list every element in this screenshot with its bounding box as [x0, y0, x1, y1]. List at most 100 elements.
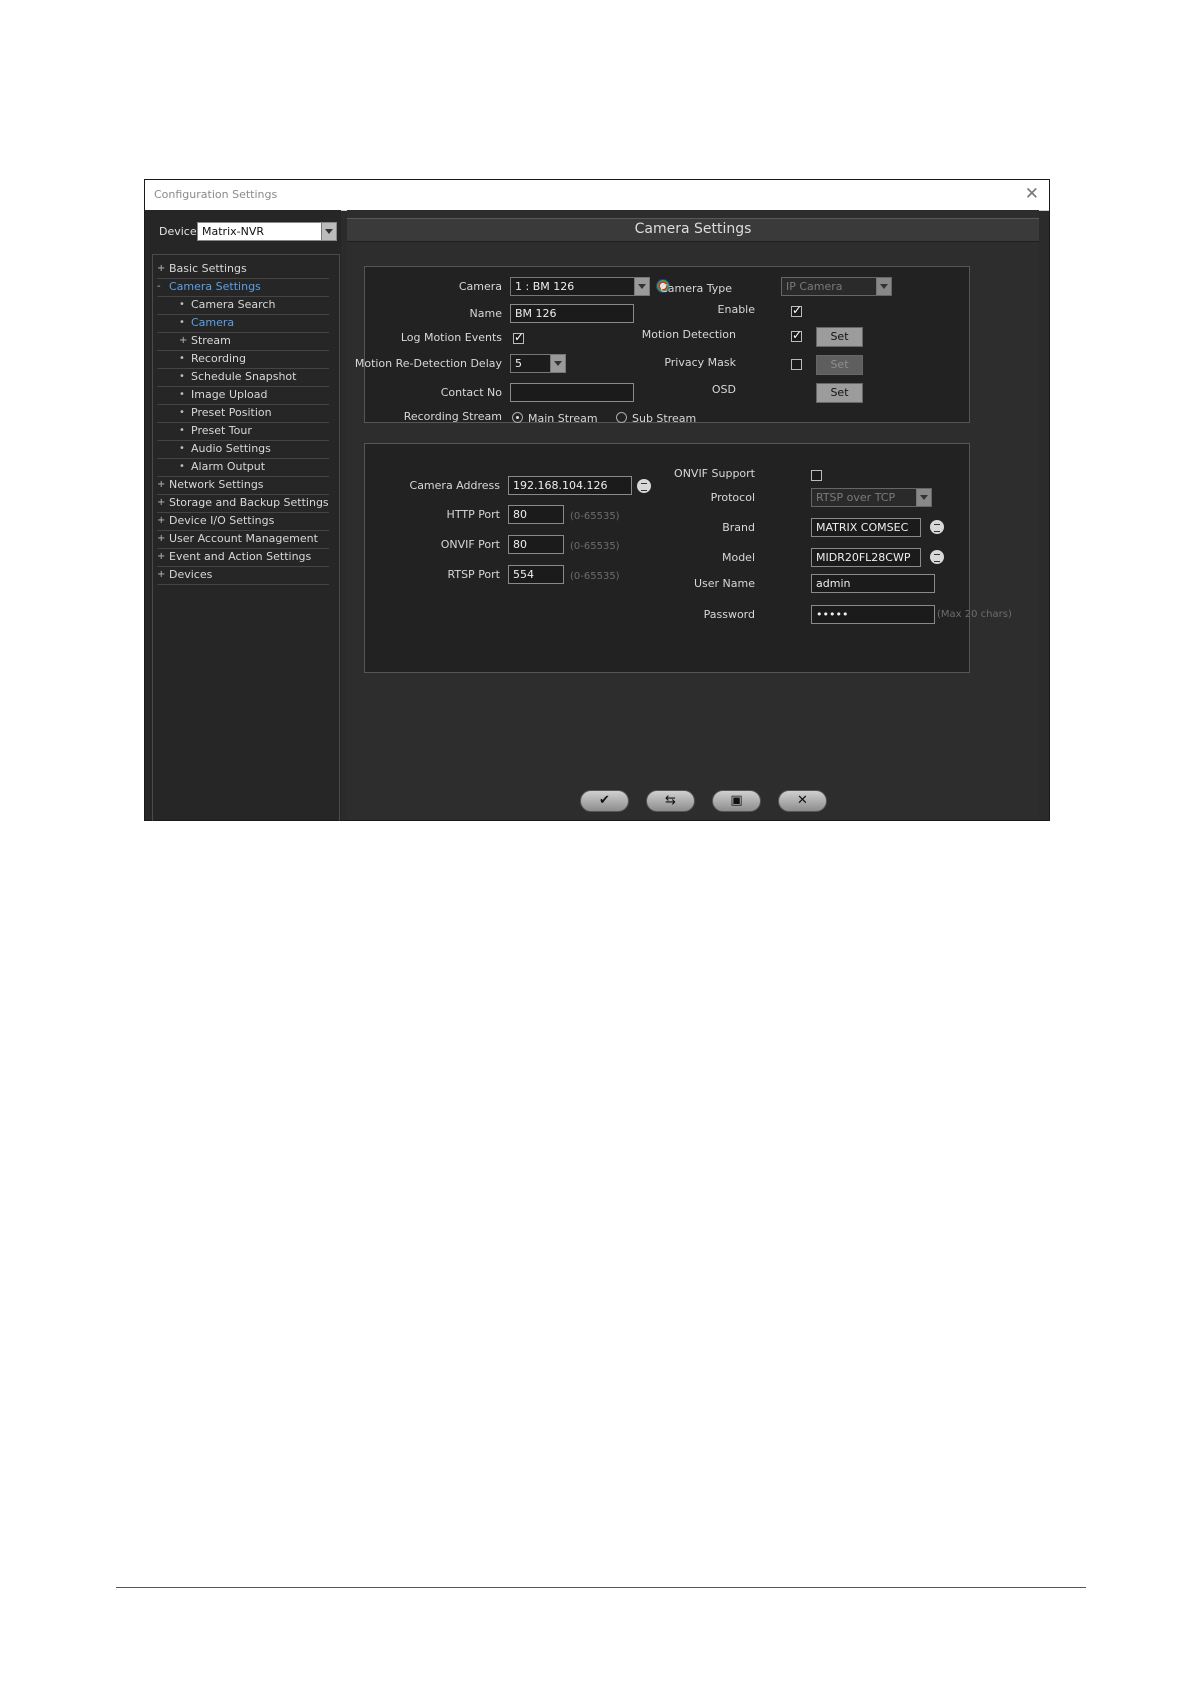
- tree-item-prefix[interactable]: +: [157, 261, 167, 277]
- tree-item-prefix[interactable]: •: [179, 351, 189, 367]
- contact-input[interactable]: [510, 383, 634, 402]
- tree-item[interactable]: • Camera Search: [157, 297, 329, 315]
- save-button[interactable]: ▣: [712, 790, 761, 812]
- tree-item-label: Preset Position: [191, 406, 272, 419]
- sub-stream-radio[interactable]: [616, 412, 627, 423]
- tree-item[interactable]: • Audio Settings: [157, 441, 329, 459]
- tree-item[interactable]: • Image Upload: [157, 387, 329, 405]
- model-input[interactable]: MIDR20FL28CWP: [811, 548, 921, 567]
- tree-item-prefix[interactable]: •: [179, 369, 189, 385]
- http-port-input[interactable]: 80: [508, 505, 564, 524]
- enable-checkbox[interactable]: [791, 303, 802, 317]
- tree-item-label: Schedule Snapshot: [191, 370, 297, 383]
- tree-item-label: Basic Settings: [169, 262, 247, 275]
- privacy-set-button[interactable]: Set: [816, 355, 863, 375]
- onvif-port-label: ONVIF Port: [440, 538, 500, 551]
- camera-select[interactable]: 1 : BM 126: [510, 277, 650, 296]
- recording-stream-label: Recording Stream: [403, 410, 502, 423]
- close-icon[interactable]: ✕: [1025, 184, 1039, 204]
- onvif-support-label: ONVIF Support: [674, 467, 755, 480]
- title-bar: Configuration Settings ✕: [145, 180, 1049, 211]
- rtsp-port-input[interactable]: 554: [508, 565, 564, 584]
- refresh-button[interactable]: ⇆: [646, 790, 695, 812]
- motion-set-button[interactable]: Set: [816, 327, 863, 347]
- main-stream-radio[interactable]: [512, 412, 523, 423]
- rtsp-port-hint: (0-65535): [570, 571, 620, 582]
- tree-item-prefix[interactable]: +: [157, 531, 167, 547]
- tree-item[interactable]: + Network Settings: [157, 477, 329, 495]
- chevron-down-icon: [916, 489, 931, 506]
- motion-detection-checkbox[interactable]: [791, 328, 802, 342]
- address-list-icon[interactable]: [637, 479, 651, 493]
- general-panel: Camera 1 : BM 126 Name BM 126 Log Motion…: [355, 266, 970, 425]
- redetect-select-value: 5: [515, 357, 522, 370]
- cancel-button[interactable]: ✕: [778, 790, 827, 812]
- camera-type-label: Camera Type: [660, 282, 732, 295]
- redetect-select[interactable]: 5: [510, 354, 566, 373]
- tree-item-prefix[interactable]: +: [157, 513, 167, 529]
- tree-item[interactable]: • Preset Tour: [157, 423, 329, 441]
- tree-item-prefix[interactable]: •: [179, 423, 189, 439]
- tree-item-prefix[interactable]: •: [179, 405, 189, 421]
- configuration-window: Configuration Settings ✕ Device Matrix-N…: [144, 179, 1050, 821]
- privacy-mask-checkbox[interactable]: [791, 359, 802, 370]
- brand-input[interactable]: MATRIX COMSEC: [811, 518, 921, 537]
- tree-item[interactable]: + Basic Settings: [157, 261, 329, 279]
- password-input[interactable]: •••••: [811, 605, 935, 624]
- enable-label: Enable: [717, 303, 755, 316]
- tree-item-prefix[interactable]: +: [157, 549, 167, 565]
- window-title: Configuration Settings: [154, 188, 278, 201]
- tree-item-label: Audio Settings: [191, 442, 271, 455]
- tree-item-label: Event and Action Settings: [169, 550, 312, 563]
- tree-item-prefix[interactable]: •: [179, 297, 189, 313]
- tree-item-prefix[interactable]: •: [179, 387, 189, 403]
- tree-item-prefix[interactable]: •: [179, 441, 189, 457]
- tree-item-prefix[interactable]: -: [157, 279, 167, 295]
- onvif-support-checkbox[interactable]: [811, 470, 822, 481]
- protocol-label: Protocol: [710, 491, 755, 504]
- brand-list-icon[interactable]: [930, 520, 944, 534]
- apply-button[interactable]: ✔: [580, 790, 629, 812]
- tree-item[interactable]: • Schedule Snapshot: [157, 369, 329, 387]
- log-motion-checkbox[interactable]: [513, 330, 524, 344]
- osd-label: OSD: [711, 383, 736, 396]
- camera-type-select[interactable]: IP Camera: [781, 277, 892, 296]
- tree-item[interactable]: + User Account Management: [157, 531, 329, 549]
- tree-item-label: Device I/O Settings: [169, 514, 275, 527]
- tree-item-label: Network Settings: [169, 478, 264, 491]
- tree-item[interactable]: + Event and Action Settings: [157, 549, 329, 567]
- page-footer-rule: [116, 1587, 1086, 1588]
- camera-type-value: IP Camera: [786, 280, 843, 293]
- tree-item[interactable]: + Device I/O Settings: [157, 513, 329, 531]
- tree-item[interactable]: • Camera: [157, 315, 329, 333]
- device-select[interactable]: Matrix-NVR: [197, 222, 337, 241]
- tree-item[interactable]: + Storage and Backup Settings: [157, 495, 329, 513]
- model-list-icon[interactable]: [930, 550, 944, 564]
- tree-item[interactable]: • Recording: [157, 351, 329, 369]
- password-label: Password: [703, 608, 755, 621]
- protocol-select[interactable]: RTSP over TCP: [811, 488, 932, 507]
- name-input[interactable]: BM 126: [510, 304, 634, 323]
- tree-item[interactable]: • Preset Position: [157, 405, 329, 423]
- tree-item-prefix[interactable]: +: [157, 495, 167, 511]
- camera-address-input[interactable]: 192.168.104.126: [508, 476, 632, 495]
- tree-item[interactable]: + Stream: [157, 333, 329, 351]
- tree-item-label: Alarm Output: [191, 460, 266, 473]
- tree-item[interactable]: - Camera Settings: [157, 279, 329, 297]
- tree-item-prefix[interactable]: +: [179, 333, 189, 349]
- username-input[interactable]: admin: [811, 574, 935, 593]
- osd-set-button[interactable]: Set: [816, 383, 863, 403]
- tree-item-label: Recording: [191, 352, 247, 365]
- tree-item-prefix[interactable]: +: [157, 567, 167, 583]
- tree-item-prefix[interactable]: •: [179, 459, 189, 475]
- refresh-icon: ⇆: [665, 793, 676, 808]
- tree-item-prefix[interactable]: +: [157, 477, 167, 493]
- tree-item-label: Devices: [169, 568, 213, 581]
- tree-item-prefix[interactable]: •: [179, 315, 189, 331]
- onvif-port-input[interactable]: 80: [508, 535, 564, 554]
- onvif-port-hint: (0-65535): [570, 541, 620, 552]
- password-hint: (Max 20 chars): [937, 609, 1012, 620]
- settings-tree: + Basic Settings - Camera Settings • Camera S…: [152, 254, 340, 821]
- tree-item[interactable]: • Alarm Output: [157, 459, 329, 477]
- tree-item[interactable]: + Devices: [157, 567, 329, 585]
